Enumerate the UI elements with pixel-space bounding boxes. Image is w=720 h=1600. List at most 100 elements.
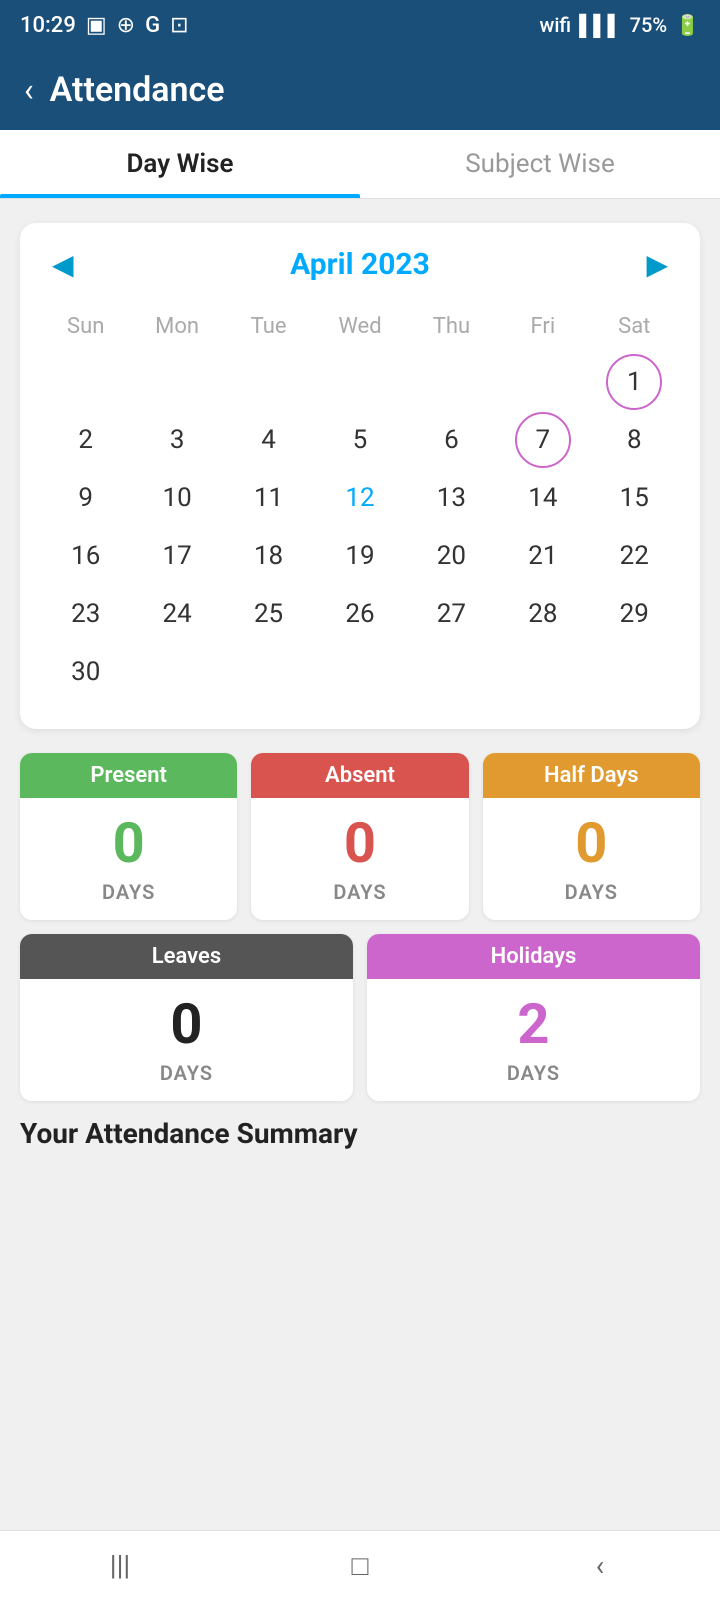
cal-day-empty-41 bbox=[589, 645, 680, 699]
cal-day-24[interactable]: 24 bbox=[131, 587, 222, 641]
cal-day-13[interactable]: 13 bbox=[406, 471, 497, 525]
cal-day-empty-37 bbox=[223, 645, 314, 699]
cal-day-empty-38 bbox=[314, 645, 405, 699]
leaves-unit: DAYS bbox=[20, 1061, 353, 1101]
cal-day-14[interactable]: 14 bbox=[497, 471, 588, 525]
google-icon: G bbox=[145, 13, 160, 38]
cal-day-7[interactable]: 7 bbox=[497, 413, 588, 467]
cal-day-20[interactable]: 20 bbox=[406, 529, 497, 583]
battery: 75% bbox=[630, 13, 667, 37]
present-card: Present 0 DAYS bbox=[20, 753, 237, 920]
cal-day-3[interactable]: 3 bbox=[131, 413, 222, 467]
cal-day-6[interactable]: 6 bbox=[406, 413, 497, 467]
day-wed: Wed bbox=[314, 306, 405, 347]
leaves-value: 0 bbox=[20, 979, 353, 1061]
image-icon: ⊡ bbox=[170, 13, 188, 38]
header: ‹ Attendance bbox=[0, 50, 720, 130]
page-title: Attendance bbox=[50, 70, 225, 110]
next-month-button[interactable]: ▶ bbox=[634, 248, 680, 281]
stats-row-2: Leaves 0 DAYS Holidays 2 DAYS bbox=[20, 934, 700, 1101]
cal-day-empty-39 bbox=[406, 645, 497, 699]
cal-day-4[interactable]: 4 bbox=[223, 413, 314, 467]
holidays-card: Holidays 2 DAYS bbox=[367, 934, 700, 1101]
menu-button[interactable]: ||| bbox=[90, 1536, 150, 1596]
stats-row-1: Present 0 DAYS Absent 0 DAYS Half Days 0… bbox=[20, 753, 700, 920]
cal-day-11[interactable]: 11 bbox=[223, 471, 314, 525]
cal-day-30[interactable]: 30 bbox=[40, 645, 131, 699]
cal-day-27[interactable]: 27 bbox=[406, 587, 497, 641]
cal-day-empty-36 bbox=[131, 645, 222, 699]
summary-section: Your Attendance Summary bbox=[0, 1117, 720, 1174]
cal-day-2[interactable]: 2 bbox=[40, 413, 131, 467]
cal-day-12[interactable]: 12 bbox=[314, 471, 405, 525]
day-sun: Sun bbox=[40, 306, 131, 347]
half-days-card: Half Days 0 DAYS bbox=[483, 753, 700, 920]
half-days-unit: DAYS bbox=[483, 880, 700, 920]
cal-day-empty-1 bbox=[131, 355, 222, 409]
present-value: 0 bbox=[20, 798, 237, 880]
home-button[interactable]: □ bbox=[330, 1536, 390, 1596]
signal-icon: ▌▌▌ bbox=[579, 13, 622, 38]
battery-icon: 🔋 bbox=[675, 13, 700, 37]
cal-day-29[interactable]: 29 bbox=[589, 587, 680, 641]
calendar-card: ◀ April 2023 ▶ Sun Mon Tue Wed Thu Fri S… bbox=[20, 223, 700, 729]
cal-day-19[interactable]: 19 bbox=[314, 529, 405, 583]
cal-day-26[interactable]: 26 bbox=[314, 587, 405, 641]
holidays-unit: DAYS bbox=[367, 1061, 700, 1101]
cal-day-1[interactable]: 1 bbox=[589, 355, 680, 409]
cal-day-10[interactable]: 10 bbox=[131, 471, 222, 525]
cal-day-16[interactable]: 16 bbox=[40, 529, 131, 583]
wifi-icon: wifi bbox=[539, 13, 571, 37]
status-right: wifi ▌▌▌ 75% 🔋 bbox=[539, 13, 700, 38]
cal-day-8[interactable]: 8 bbox=[589, 413, 680, 467]
cal-day-28[interactable]: 28 bbox=[497, 587, 588, 641]
cal-day-22[interactable]: 22 bbox=[589, 529, 680, 583]
notification-icon: ▣ bbox=[86, 13, 107, 38]
day-sat: Sat bbox=[589, 306, 680, 347]
time: 10:29 bbox=[20, 13, 76, 38]
present-label: Present bbox=[20, 753, 237, 798]
prev-month-button[interactable]: ◀ bbox=[40, 248, 86, 281]
day-thu: Thu bbox=[406, 306, 497, 347]
absent-unit: DAYS bbox=[251, 880, 468, 920]
cal-day-23[interactable]: 23 bbox=[40, 587, 131, 641]
month-year-label: April 2023 bbox=[290, 247, 430, 282]
cal-day-25[interactable]: 25 bbox=[223, 587, 314, 641]
summary-title: Your Attendance Summary bbox=[20, 1117, 700, 1150]
absent-card: Absent 0 DAYS bbox=[251, 753, 468, 920]
cal-day-empty-4 bbox=[406, 355, 497, 409]
cal-day-empty-40 bbox=[497, 645, 588, 699]
holidays-value: 2 bbox=[367, 979, 700, 1061]
holidays-label: Holidays bbox=[367, 934, 700, 979]
day-tue: Tue bbox=[223, 306, 314, 347]
back-nav-button[interactable]: ‹ bbox=[570, 1536, 630, 1596]
leaves-card: Leaves 0 DAYS bbox=[20, 934, 353, 1101]
calendar-grid: 1234567891011121314151617181920212223242… bbox=[40, 355, 680, 699]
calendar-header: ◀ April 2023 ▶ bbox=[40, 247, 680, 282]
cal-day-17[interactable]: 17 bbox=[131, 529, 222, 583]
cal-day-empty-3 bbox=[314, 355, 405, 409]
cal-day-empty-2 bbox=[223, 355, 314, 409]
status-left: 10:29 ▣ ⊕ G ⊡ bbox=[20, 13, 189, 38]
day-fri: Fri bbox=[497, 306, 588, 347]
leaves-label: Leaves bbox=[20, 934, 353, 979]
cal-day-15[interactable]: 15 bbox=[589, 471, 680, 525]
back-button[interactable]: ‹ bbox=[24, 71, 34, 109]
stats-section: Present 0 DAYS Absent 0 DAYS Half Days 0… bbox=[0, 753, 720, 1101]
tab-day-wise[interactable]: Day Wise bbox=[0, 130, 360, 198]
absent-label: Absent bbox=[251, 753, 468, 798]
cal-day-5[interactable]: 5 bbox=[314, 413, 405, 467]
absent-value: 0 bbox=[251, 798, 468, 880]
present-unit: DAYS bbox=[20, 880, 237, 920]
status-bar: 10:29 ▣ ⊕ G ⊡ wifi ▌▌▌ 75% 🔋 bbox=[0, 0, 720, 50]
tab-subject-wise[interactable]: Subject Wise bbox=[360, 130, 720, 198]
sync-icon: ⊕ bbox=[117, 13, 135, 38]
cal-day-21[interactable]: 21 bbox=[497, 529, 588, 583]
half-days-value: 0 bbox=[483, 798, 700, 880]
cal-day-empty-5 bbox=[497, 355, 588, 409]
cal-day-9[interactable]: 9 bbox=[40, 471, 131, 525]
tabs-container: Day Wise Subject Wise bbox=[0, 130, 720, 199]
bottom-nav: ||| □ ‹ bbox=[0, 1530, 720, 1600]
cal-day-18[interactable]: 18 bbox=[223, 529, 314, 583]
day-mon: Mon bbox=[131, 306, 222, 347]
